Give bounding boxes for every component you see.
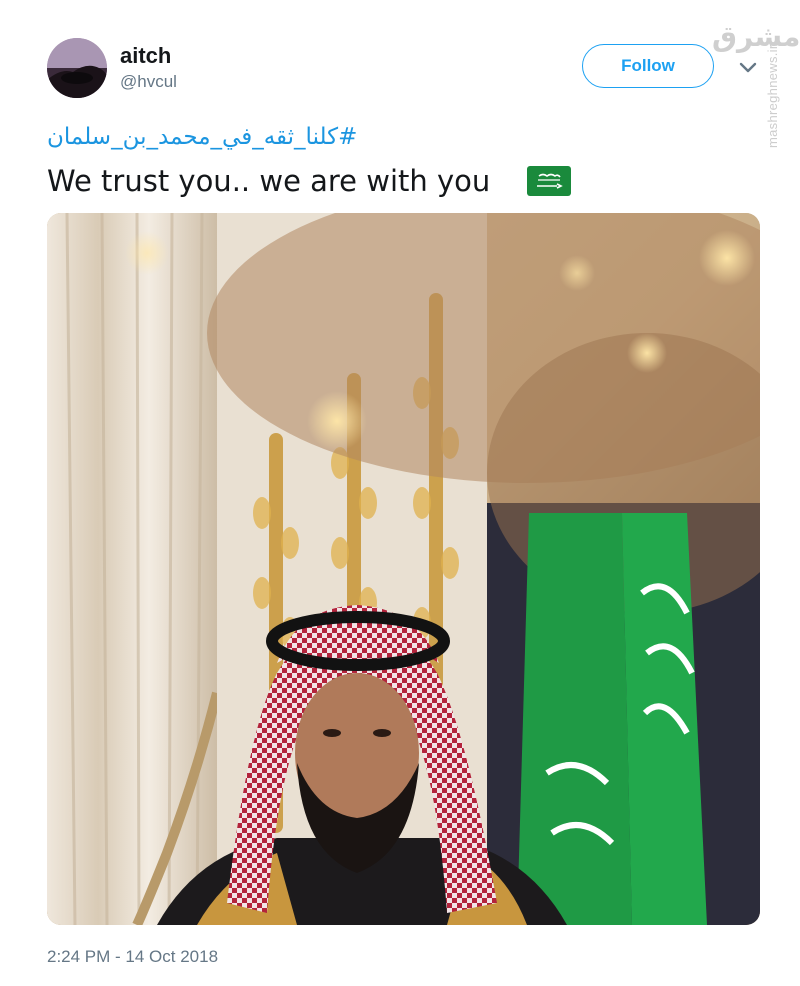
tweet-text: We trust you.. we are with you bbox=[47, 164, 491, 198]
saudi-flag-emoji-icon bbox=[527, 166, 571, 196]
chevron-down-icon[interactable] bbox=[737, 60, 759, 76]
hashtag-link[interactable]: #كلنا_ثقه_في_محمد_بن_سلمان bbox=[47, 118, 401, 156]
display-name[interactable]: aitch bbox=[120, 43, 171, 69]
user-handle[interactable]: @hvcul bbox=[120, 72, 177, 92]
watermark-site: mashreghnews.ir bbox=[765, 44, 780, 149]
follow-button[interactable]: Follow bbox=[582, 44, 714, 88]
tweet-photo[interactable] bbox=[47, 213, 760, 925]
avatar[interactable] bbox=[47, 38, 107, 98]
avatar-image bbox=[47, 38, 107, 98]
tweet-timestamp[interactable]: 2:24 PM - 14 Oct 2018 bbox=[47, 946, 218, 968]
watermark-logo: مشرق bbox=[712, 20, 800, 53]
